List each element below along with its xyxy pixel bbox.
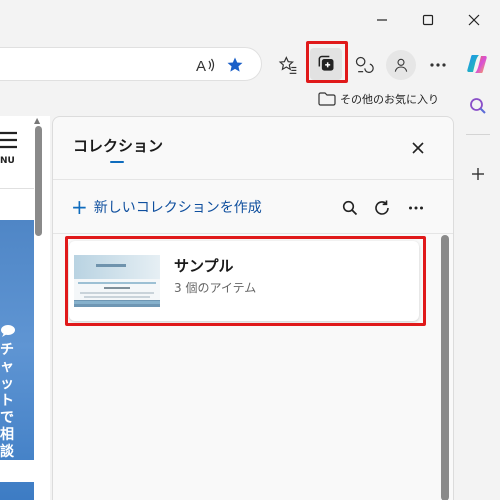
new-collection-button[interactable]: + 新しいコレクションを作成: [71, 195, 262, 219]
profile-icon: [394, 58, 408, 72]
collection-thumbnail-image: [74, 255, 160, 307]
address-bar[interactable]: A: [0, 47, 262, 81]
hamburger-icon: [0, 131, 17, 149]
panel-divider: [53, 233, 453, 234]
browser-essentials-button[interactable]: [350, 51, 378, 79]
copilot-icon: [467, 55, 487, 73]
close-window-button[interactable]: [456, 4, 492, 36]
minimize-icon: [377, 19, 387, 21]
profile-button[interactable]: [386, 50, 416, 80]
sidebar-add-button[interactable]: [464, 160, 492, 188]
folder-icon: [318, 92, 336, 106]
page-content-area: NU チャットで相談 ▲: [0, 116, 50, 500]
other-favorites-label: その他のお気に入り: [340, 93, 439, 106]
title-underline: [110, 161, 124, 163]
collections-panel: コレクション + 新しいコレクションを作成 サンプル 3 個のアイテム: [52, 116, 454, 500]
new-collection-label: 新しいコレクションを作成: [93, 200, 262, 216]
read-aloud-button[interactable]: A: [193, 54, 217, 76]
collection-thumbnail: [74, 255, 160, 307]
search-icon: [342, 200, 358, 216]
panel-scrollbar[interactable]: [441, 235, 449, 500]
minimize-button[interactable]: [364, 4, 400, 36]
search-icon: [470, 98, 486, 114]
page-divider: [0, 188, 34, 189]
collection-item-count: 3 個のアイテム: [174, 281, 257, 295]
favorites-button[interactable]: [274, 51, 302, 79]
panel-more-button[interactable]: [403, 195, 429, 221]
refresh-icon: [375, 200, 389, 215]
plus-icon: [472, 168, 484, 180]
read-aloud-icon: A: [196, 58, 215, 74]
chat-consult-link[interactable]: チャットで相談: [0, 342, 14, 461]
chat-bubble-icon: [1, 325, 15, 337]
page-scrollbar[interactable]: [35, 126, 42, 236]
menu-label: NU: [0, 156, 15, 166]
close-icon: [468, 14, 480, 26]
add-favorite-button[interactable]: [223, 53, 247, 77]
favorites-list-icon: [278, 56, 297, 74]
collections-icon: [318, 55, 334, 71]
toolbar: A: [0, 40, 500, 90]
collection-card[interactable]: サンプル 3 個のアイテム: [69, 241, 419, 321]
copilot-button[interactable]: [462, 49, 492, 79]
collections-button[interactable]: [310, 48, 342, 80]
collection-name: サンプル: [174, 257, 234, 275]
search-collections-button[interactable]: [337, 195, 363, 221]
more-icon: [430, 63, 446, 67]
close-icon: [412, 142, 424, 154]
maximize-icon: [422, 14, 434, 26]
maximize-button[interactable]: [410, 4, 446, 36]
browser-essentials-icon: [355, 56, 374, 74]
close-panel-button[interactable]: [403, 133, 433, 163]
sync-button[interactable]: [369, 195, 395, 221]
svg-text:A: A: [196, 58, 206, 74]
star-filled-icon: [227, 57, 243, 72]
page-hero-image: チャットで相談: [0, 220, 34, 500]
plus-icon: +: [71, 195, 88, 219]
hamburger-menu-button[interactable]: NU: [0, 130, 20, 170]
right-sidebar: [460, 88, 500, 500]
title-bar: [0, 0, 500, 40]
favorites-bar: その他のお気に入り: [0, 88, 460, 112]
more-icon: [409, 206, 423, 210]
sidebar-divider: [466, 134, 490, 135]
panel-divider: [53, 179, 453, 180]
page-search-field[interactable]: [0, 460, 34, 482]
sidebar-search-button[interactable]: [464, 92, 492, 120]
other-favorites-folder[interactable]: その他のお気に入り: [318, 88, 439, 110]
settings-more-button[interactable]: [424, 51, 452, 79]
panel-title: コレクション: [73, 137, 164, 155]
scroll-up-arrow[interactable]: ▲: [34, 116, 40, 125]
